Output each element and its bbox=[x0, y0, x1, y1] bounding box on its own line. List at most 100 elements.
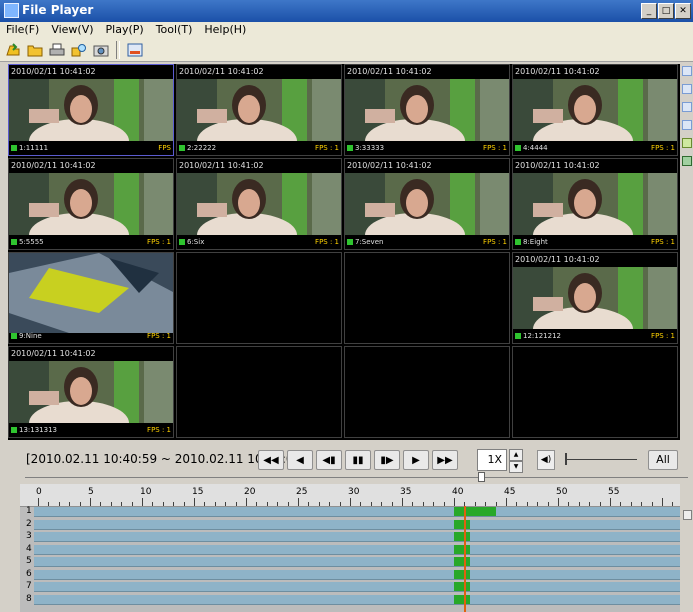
tick-label: 0 bbox=[36, 487, 42, 497]
recording-segment[interactable] bbox=[454, 582, 470, 591]
play-button[interactable]: ▶ bbox=[403, 450, 429, 470]
row-track[interactable] bbox=[34, 594, 680, 605]
ruler-tick bbox=[287, 502, 289, 506]
timeline-row[interactable]: 5 bbox=[20, 556, 680, 567]
snapshot-icon[interactable] bbox=[92, 41, 110, 59]
seek-bar[interactable] bbox=[25, 477, 688, 478]
video-cell[interactable]: 2010/02/11 10:41:02 13:131313 FPS : 1 bbox=[8, 346, 174, 438]
ruler-tick bbox=[266, 502, 268, 506]
row-track[interactable] bbox=[34, 532, 680, 542]
recording-segment[interactable] bbox=[454, 519, 470, 529]
video-cell[interactable]: 2010/02/11 10:41:02 4:4444 FPS : 1 bbox=[512, 64, 678, 156]
video-cell[interactable]: 2010/02/11 10:41:02 12:121212 FPS : 1 bbox=[512, 252, 678, 344]
ruler-tick bbox=[506, 498, 507, 506]
step-forward-button[interactable]: ▮▶ bbox=[374, 450, 400, 470]
print-icon[interactable] bbox=[48, 41, 66, 59]
timeline-cursor[interactable] bbox=[464, 506, 467, 612]
ruler-tick bbox=[526, 502, 528, 506]
layout-4-icon[interactable] bbox=[682, 84, 692, 94]
recording-segment[interactable] bbox=[454, 532, 470, 541]
cell-timestamp: 2010/02/11 10:41:02 bbox=[179, 161, 264, 170]
video-frame bbox=[345, 79, 509, 155]
video-cell-empty[interactable] bbox=[344, 346, 510, 438]
video-cell[interactable]: 2010/02/11 10:41:02 6:Six FPS : 1 bbox=[176, 158, 342, 250]
pause-button[interactable]: ▮▮ bbox=[345, 450, 371, 470]
ruler-tick bbox=[214, 502, 216, 506]
cell-timestamp: 2010/02/11 10:41:02 bbox=[179, 67, 264, 76]
video-cell-empty[interactable] bbox=[176, 346, 342, 438]
scroll-thumb[interactable] bbox=[683, 510, 692, 520]
recording-segment[interactable] bbox=[454, 569, 470, 579]
video-cell[interactable]: 2010/02/11 10:41:02 1:11111 FPS bbox=[8, 64, 174, 156]
video-cell[interactable]: 2010/02/11 10:41:02 2:22222 FPS : 1 bbox=[176, 64, 342, 156]
video-cell[interactable]: 2010/02/11 10:41:02 7:Seven FPS : 1 bbox=[344, 158, 510, 250]
video-cell[interactable]: 2010/02/11 10:41:02 3:33333 FPS : 1 bbox=[344, 64, 510, 156]
timeline-row[interactable]: 1 bbox=[20, 506, 680, 517]
maximize-button[interactable]: □ bbox=[658, 3, 674, 19]
tick-label: 10 bbox=[140, 487, 152, 497]
record-indicator-icon bbox=[515, 145, 521, 151]
timeline-row[interactable]: 2 bbox=[20, 519, 680, 530]
play-reverse-button[interactable]: ◀ bbox=[287, 450, 313, 470]
fast-rewind-button[interactable]: ◀◀ bbox=[258, 450, 284, 470]
record-indicator-icon bbox=[347, 239, 353, 245]
search-icon[interactable] bbox=[70, 41, 88, 59]
ruler-tick bbox=[121, 502, 123, 506]
close-button[interactable]: ✕ bbox=[675, 3, 691, 19]
timeline-row[interactable]: 8 bbox=[20, 594, 680, 605]
row-track[interactable] bbox=[34, 557, 680, 567]
timeline-ruler[interactable]: 0 5 10 15 20 25 30 35 40 45 50 55 bbox=[20, 484, 680, 507]
menu-file[interactable]: File(F) bbox=[0, 22, 45, 38]
menu-view[interactable]: View(V) bbox=[45, 22, 99, 38]
timeline-row[interactable]: 7 bbox=[20, 581, 680, 592]
timeline-scrollbar[interactable] bbox=[682, 500, 693, 612]
row-track[interactable] bbox=[34, 519, 680, 530]
recording-segment[interactable] bbox=[454, 544, 470, 554]
menu-play[interactable]: Play(P) bbox=[100, 22, 150, 38]
row-track[interactable] bbox=[34, 582, 680, 592]
speed-field[interactable]: 1X bbox=[477, 449, 507, 471]
recording-segment[interactable] bbox=[454, 557, 470, 566]
recording-segment[interactable] bbox=[454, 594, 470, 604]
video-cell[interactable]: 2010/02/11 10:41:02 8:Eight FPS : 1 bbox=[512, 158, 678, 250]
video-cell[interactable]: 2010/02/11 10:41:02 5:5555 FPS : 1 bbox=[8, 158, 174, 250]
row-track[interactable] bbox=[34, 507, 680, 517]
timeline-row[interactable]: 3 bbox=[20, 531, 680, 542]
timeline-row[interactable]: 6 bbox=[20, 569, 680, 580]
minimize-button[interactable]: _ bbox=[641, 3, 657, 19]
recording-segment[interactable] bbox=[454, 507, 496, 516]
layout-9-icon[interactable] bbox=[682, 102, 692, 112]
speed-down-icon[interactable]: ▼ bbox=[509, 461, 523, 473]
timeline-panel: 0 5 10 15 20 25 30 35 40 45 50 55 1 23 45 67 8 bbox=[20, 484, 680, 612]
video-cell-empty[interactable] bbox=[344, 252, 510, 344]
volume-icon[interactable]: ◀) bbox=[537, 450, 555, 470]
open-icon[interactable] bbox=[4, 41, 22, 59]
record-indicator-icon bbox=[11, 333, 17, 339]
seek-thumb[interactable] bbox=[478, 472, 485, 482]
folder-icon[interactable] bbox=[26, 41, 44, 59]
video-cell-empty[interactable] bbox=[176, 252, 342, 344]
ruler-tick bbox=[485, 502, 487, 506]
row-track[interactable] bbox=[34, 544, 680, 555]
all-button[interactable]: All bbox=[648, 450, 678, 470]
record-indicator-icon bbox=[515, 239, 521, 245]
speed-up-icon[interactable]: ▲ bbox=[509, 449, 523, 461]
menu-help[interactable]: Help(H) bbox=[198, 22, 252, 38]
step-back-button[interactable]: ◀▮ bbox=[316, 450, 342, 470]
menu-tool[interactable]: Tool(T) bbox=[150, 22, 199, 38]
video-cell[interactable]: 2010/02/11 10:41:029:NineFPS : 1 bbox=[8, 252, 174, 344]
layout-1-icon[interactable] bbox=[682, 66, 692, 76]
ruler-tick bbox=[651, 502, 653, 506]
volume-slider[interactable] bbox=[565, 459, 637, 460]
video-cell-empty[interactable] bbox=[512, 346, 678, 438]
fps-label: FPS : 1 bbox=[315, 144, 339, 152]
fullscreen-icon[interactable] bbox=[682, 138, 692, 148]
timeline-row[interactable]: 4 bbox=[20, 544, 680, 555]
capture-icon[interactable] bbox=[682, 156, 692, 166]
volume-thumb[interactable] bbox=[565, 453, 567, 465]
fast-forward-button[interactable]: ▶▶ bbox=[432, 450, 458, 470]
speed-spinner[interactable]: ▲ ▼ bbox=[509, 449, 523, 473]
row-track[interactable] bbox=[34, 569, 680, 580]
layout-16-icon[interactable] bbox=[682, 120, 692, 130]
export-icon[interactable] bbox=[126, 41, 144, 59]
